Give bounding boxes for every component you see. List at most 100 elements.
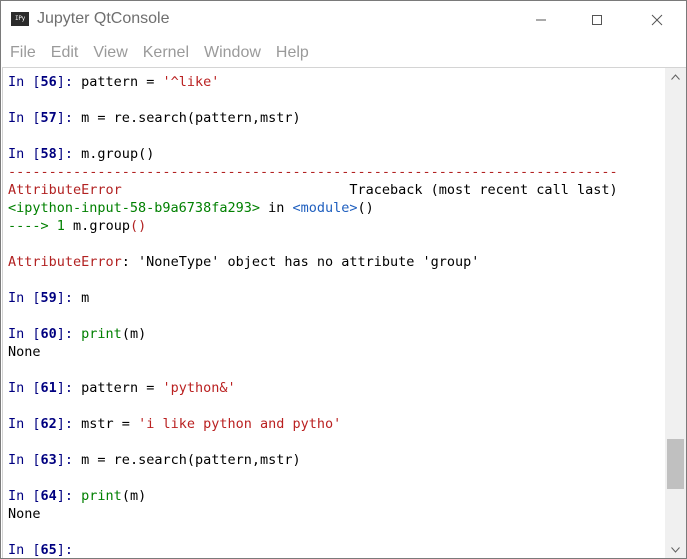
output-line: ----> 1 m.group() [8, 217, 618, 235]
prompt-prefix: In [ [8, 110, 41, 126]
code-token: m [81, 290, 90, 306]
menu-view[interactable]: View [84, 44, 127, 62]
prompt-number: 59 [40, 290, 57, 306]
prompt-prefix: In [ [8, 452, 41, 468]
close-button[interactable] [634, 1, 680, 39]
code-token: m = re.search(pattern,mstr) [81, 452, 301, 468]
vertical-scrollbar[interactable] [665, 67, 686, 558]
menu-help[interactable]: Help [267, 44, 309, 62]
prompt-prefix: In [ [8, 290, 41, 306]
prompt-number: 60 [40, 326, 57, 342]
prompt-suffix: ]: [56, 74, 82, 90]
window-title: Jupyter QtConsole [37, 10, 170, 27]
prompt-number: 62 [40, 416, 57, 432]
output-token: ----> 1 [8, 218, 74, 234]
prompt-suffix: ]: [56, 290, 82, 306]
prompt-number: 64 [40, 488, 57, 504]
code-token: (m) [121, 326, 147, 342]
menu-kernel[interactable]: Kernel [134, 44, 189, 62]
minimize-button[interactable] [518, 1, 564, 39]
input-prompt-line: In [65]: [8, 541, 618, 558]
prompt-suffix: ]: [56, 110, 82, 126]
output-token: <ipython-input-58-b9a6738fa293> [8, 200, 260, 216]
output-token: () [129, 218, 147, 234]
input-prompt-line: In [64]: print(m) [8, 487, 618, 505]
output-line: <ipython-input-58-b9a6738fa293> in <modu… [8, 199, 618, 217]
prompt-number: 65 [40, 542, 57, 558]
code-token: '^like' [162, 74, 220, 90]
output-token: ----------------------------------------… [8, 164, 618, 180]
code-token: mstr = [81, 416, 139, 432]
code-token: pattern = [81, 380, 163, 396]
input-prompt-line: In [62]: mstr = 'i like python and pytho… [8, 415, 618, 433]
output-token: Traceback (most recent call last) [121, 182, 618, 198]
prompt-number: 58 [40, 146, 57, 162]
output-token: AttributeError [8, 254, 122, 270]
prompt-suffix: ]: [56, 452, 82, 468]
prompt-suffix: ]: [56, 542, 82, 558]
output-token: AttributeError [8, 182, 122, 198]
prompt-prefix: In [ [8, 74, 41, 90]
input-prompt-line: In [56]: pattern = '^like' [8, 73, 618, 91]
maximize-button[interactable] [574, 1, 620, 39]
prompt-number: 56 [40, 74, 57, 90]
prompt-prefix: In [ [8, 488, 41, 504]
scroll-thumb[interactable] [667, 439, 684, 489]
output-line: ----------------------------------------… [8, 163, 618, 181]
code-token: print [81, 488, 122, 504]
prompt-suffix: ]: [56, 326, 82, 342]
close-icon [651, 14, 663, 26]
prompt-prefix: In [ [8, 326, 41, 342]
output-token: in [259, 200, 293, 216]
prompt-number: 57 [40, 110, 57, 126]
output-token: m [73, 218, 82, 234]
output-token: <module> [292, 200, 358, 216]
output-line: AttributeError: 'NoneType' object has no… [8, 253, 618, 271]
prompt-suffix: ]: [56, 146, 82, 162]
prompt-suffix: ]: [56, 416, 82, 432]
console-output[interactable]: In [56]: pattern = '^like' In [57]: m = … [2, 67, 665, 558]
menu-file[interactable]: File [1, 44, 36, 62]
prompt-prefix: In [ [8, 380, 41, 396]
code-token: pattern = [81, 74, 163, 90]
menu-bar: File Edit View Kernel Window Help [1, 39, 686, 67]
prompt-prefix: In [ [8, 146, 41, 162]
menu-edit[interactable]: Edit [42, 44, 79, 62]
scroll-down-button[interactable] [665, 541, 686, 558]
prompt-number: 63 [40, 452, 57, 468]
prompt-number: 61 [40, 380, 57, 396]
code-token: m.group() [81, 146, 155, 162]
output-token: group [89, 218, 130, 234]
prompt-suffix: ]: [56, 488, 82, 504]
prompt-suffix: ]: [56, 380, 82, 396]
prompt-prefix: In [ [8, 416, 41, 432]
title-bar[interactable]: IPy Jupyter QtConsole [1, 1, 686, 39]
code-token: 'i like python and pytho' [138, 416, 342, 432]
input-prompt-line: In [63]: m = re.search(pattern,mstr) [8, 451, 618, 469]
app-window: IPy Jupyter QtConsole File Edit View Ker… [0, 0, 687, 559]
chevron-up-icon [671, 74, 680, 80]
output-token: : 'NoneType' object has no attribute 'gr… [121, 254, 480, 270]
prompt-prefix: In [ [8, 542, 41, 558]
output-line: None [8, 343, 618, 361]
output-line: None [8, 505, 618, 523]
app-icon: IPy [11, 12, 29, 26]
code-token: print [81, 326, 122, 342]
code-token: 'python&' [162, 380, 236, 396]
maximize-icon [592, 15, 602, 25]
console-lines: In [56]: pattern = '^like' In [57]: m = … [8, 73, 618, 558]
input-prompt-line: In [61]: pattern = 'python&' [8, 379, 618, 397]
input-prompt-line: In [58]: m.group() [8, 145, 618, 163]
code-token: m = re.search(pattern,mstr) [81, 110, 301, 126]
output-line: AttributeError Traceback (most recent ca… [8, 181, 618, 199]
input-prompt-line: In [59]: m [8, 289, 618, 307]
scroll-up-button[interactable] [665, 68, 686, 86]
input-prompt-line: In [57]: m = re.search(pattern,mstr) [8, 109, 618, 127]
menu-window[interactable]: Window [195, 44, 261, 62]
